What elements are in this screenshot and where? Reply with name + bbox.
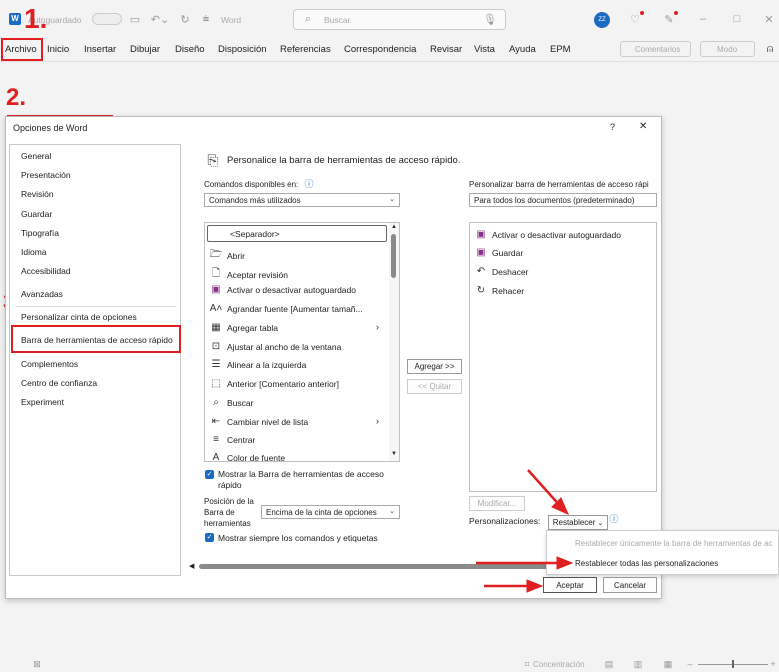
accessibility-icon[interactable]: ⊠ (31, 658, 43, 670)
arrowhead-reset-all (556, 556, 574, 570)
zoom-in-icon[interactable]: + (768, 658, 778, 670)
zoom-thumb[interactable] (732, 660, 734, 668)
read-mode-icon[interactable]: ▤ (603, 658, 615, 670)
annotation-arrows (476, 469, 574, 593)
status-bar: ⊠ ⌗ Concentración ▤ ▥ ▦ – + (0, 656, 779, 672)
print-layout-icon[interactable]: ▥ (632, 658, 644, 670)
focus-icon[interactable]: ⌗ (521, 658, 533, 670)
web-layout-icon[interactable]: ▦ (662, 658, 674, 670)
focus-label[interactable]: Concentración (533, 660, 585, 669)
zoom-out-icon[interactable]: – (684, 658, 696, 670)
arrowhead-ok (526, 579, 544, 593)
